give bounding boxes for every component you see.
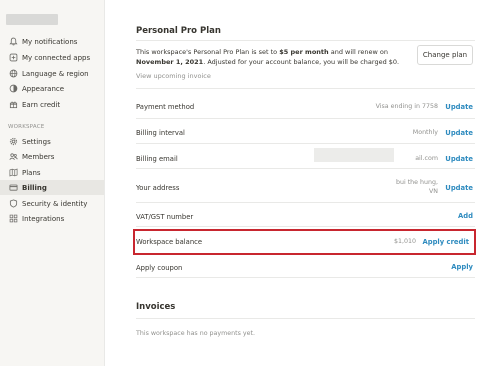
sidebar-item-label: Earn credit [22, 100, 61, 109]
sidebar-item-language[interactable]: Language & region [0, 66, 104, 81]
redacted-user-name [6, 14, 58, 25]
billing-panel: Personal Pro Plan This workspace's Perso… [105, 0, 500, 366]
change-plan-button[interactable]: Change plan [417, 45, 473, 65]
sidebar-item-earn-credit[interactable]: Earn credit [0, 97, 104, 112]
settings-sidebar: My notifications My connected apps Langu… [0, 0, 105, 366]
card-icon [8, 183, 18, 193]
invoices-title: Invoices [136, 302, 176, 312]
sidebar-item-label: Language & region [22, 69, 89, 78]
sidebar-item-label: My notifications [22, 37, 78, 46]
billing-interval-value: Monthly [412, 129, 438, 136]
shield-icon [8, 199, 18, 209]
address-value-line2: VN [428, 188, 438, 195]
sidebar-item-label: Plans [22, 168, 41, 177]
sidebar-item-appearance[interactable]: Appearance [0, 81, 104, 96]
sidebar-item-plans[interactable]: Plans [0, 165, 104, 180]
map-icon [8, 168, 18, 178]
invoices-empty-text: This workspace has no payments yet. [136, 330, 255, 337]
desc-text: This workspace's Personal Pro Plan is se… [136, 48, 280, 56]
sidebar-item-label: Settings [22, 137, 51, 146]
sidebar-item-label: Security & identity [22, 199, 88, 208]
sidebar-item-notifications[interactable]: My notifications [0, 34, 104, 49]
billing-email-label: Billing email [136, 155, 178, 163]
sidebar-item-label: Members [22, 152, 55, 161]
divider [136, 40, 475, 41]
bell-icon [8, 37, 18, 47]
sidebar-item-connected-apps[interactable]: My connected apps [0, 50, 104, 65]
apply-coupon-label: Apply coupon [136, 264, 183, 272]
sidebar-item-members[interactable]: Members [0, 149, 104, 164]
payment-method-update-link[interactable]: Update [445, 103, 473, 111]
sidebar-item-billing[interactable]: Billing [0, 180, 104, 195]
sidebar-item-integrations[interactable]: Integrations [0, 211, 104, 226]
desc-date: November 1, 2021 [136, 58, 204, 66]
globe-icon [8, 69, 18, 79]
sidebar-item-security[interactable]: Security & identity [0, 196, 104, 211]
plan-description: This workspace's Personal Pro Plan is se… [136, 47, 411, 67]
sidebar-section-workspace: WORKSPACE [8, 124, 45, 130]
redacted-email [314, 148, 394, 162]
vat-label: VAT/GST number [136, 213, 194, 221]
address-value-line1: bui the hung, [395, 179, 438, 186]
divider [136, 277, 475, 278]
address-update-link[interactable]: Update [445, 184, 473, 192]
grid-icon [8, 214, 18, 224]
desc-text: . Adjusted for your account balance, you… [203, 58, 400, 66]
apply-coupon-link[interactable]: Apply [451, 263, 473, 271]
vat-add-link[interactable]: Add [458, 212, 473, 220]
billing-interval-label: Billing interval [136, 129, 185, 137]
billing-email-value: ail.com [415, 155, 438, 162]
divider [136, 143, 475, 144]
highlight-box [133, 229, 476, 255]
sidebar-item-label: Appearance [22, 84, 65, 93]
sidebar-item-settings[interactable]: Settings [0, 134, 104, 149]
divider [136, 318, 475, 319]
apps-icon [8, 53, 18, 63]
gift-icon [8, 100, 18, 110]
divider [136, 226, 475, 227]
divider [136, 88, 475, 89]
address-label: Your address [136, 184, 180, 192]
desc-price: $5 per month [279, 48, 329, 56]
gear-icon [8, 137, 18, 147]
billing-email-update-link[interactable]: Update [445, 155, 473, 163]
divider [136, 202, 475, 203]
view-upcoming-invoice-link[interactable]: View upcoming invoice [136, 72, 211, 80]
payment-method-value: Visa ending in 7758 [375, 103, 438, 110]
members-icon [8, 152, 18, 162]
sidebar-item-label: My connected apps [22, 53, 91, 62]
appearance-icon [8, 84, 18, 94]
billing-interval-update-link[interactable]: Update [445, 129, 473, 137]
divider [136, 118, 475, 119]
payment-method-label: Payment method [136, 103, 195, 111]
sidebar-item-label: Billing [22, 183, 47, 192]
sidebar-item-label: Integrations [22, 214, 65, 223]
divider [136, 168, 475, 169]
desc-text: and will renew on [328, 48, 388, 56]
page-title: Personal Pro Plan [136, 26, 221, 36]
